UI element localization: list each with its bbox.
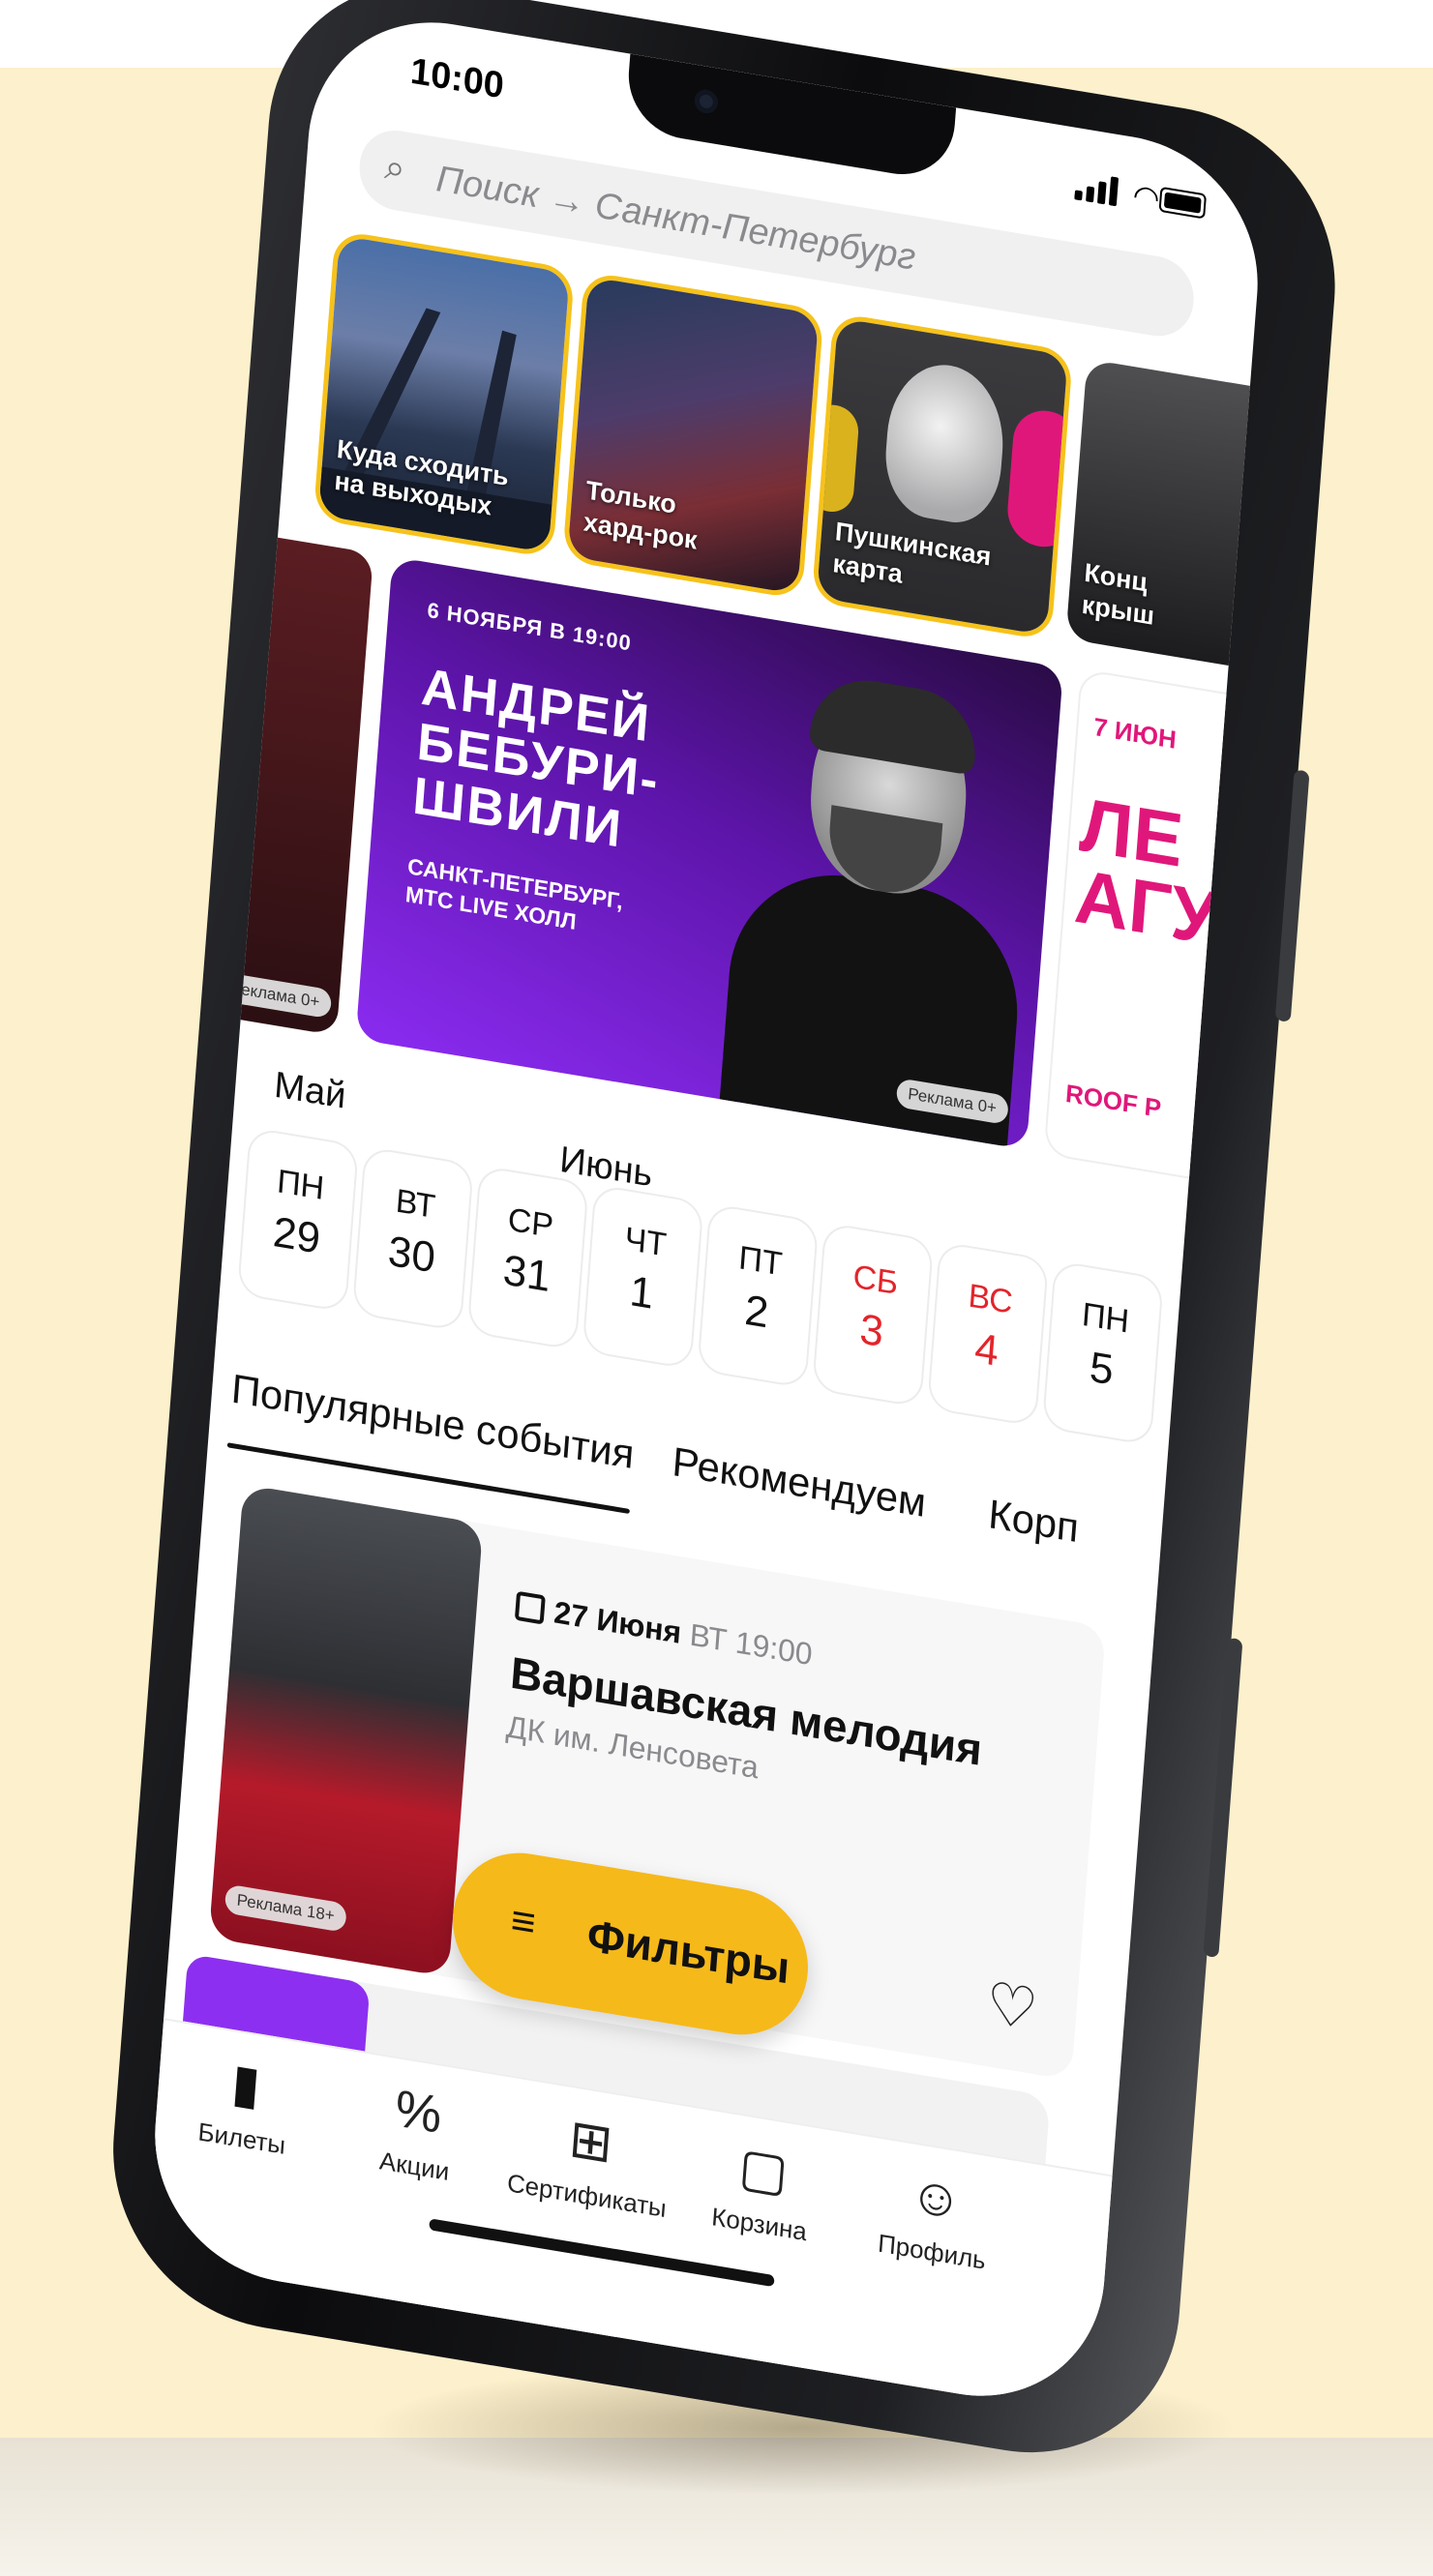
tab-bar-item-promos[interactable]: % Акции — [327, 2068, 507, 2196]
day-date: 5 — [1088, 1343, 1116, 1395]
day-date: 30 — [386, 1227, 437, 1283]
bust-image — [881, 356, 1009, 530]
tab-recommended[interactable]: Рекомендуем — [671, 1438, 927, 1526]
month-label: Май — [272, 1064, 347, 1117]
day-weekday: ЧТ — [623, 1220, 669, 1264]
decor-shape — [1004, 405, 1068, 552]
day-weekday: ВС — [967, 1277, 1015, 1321]
day-cell-weekend[interactable]: ВС 4 — [928, 1243, 1047, 1425]
banner-date: 6 НОЯБРЯ В 19:00 — [426, 597, 633, 656]
story-label: Конц крыш — [1081, 557, 1156, 631]
story-label: Пушкинская карта — [831, 517, 993, 589]
calendar-icon — [514, 1590, 546, 1625]
tab-bar-item-cart[interactable]: ▢ Корзина — [672, 2125, 851, 2254]
day-weekday: СР — [506, 1200, 555, 1246]
banner-venue: ROOF P — [1064, 1078, 1163, 1124]
search-icon: ⌕ — [383, 146, 407, 191]
banner-date: 7 ИЮН — [1092, 711, 1178, 755]
wifi-icon: ◠ — [1131, 177, 1161, 217]
banner-artist: АНДРЕЙ БЕБУРИ- ШВИЛИ — [410, 657, 662, 860]
day-cell[interactable]: ПН 5 — [1043, 1261, 1162, 1444]
artist-photo — [717, 656, 1041, 1150]
banner-title: ЛЕ АГУ — [1071, 781, 1222, 962]
sliders-icon: ≡ — [509, 1896, 538, 1948]
banner-venue: САНКТ-ПЕТЕРБУРГ, МТС LIVE ХОЛЛ — [404, 853, 624, 934]
ad-badge: Реклама 18+ — [224, 1883, 347, 1933]
day-weekday: ПТ — [737, 1239, 784, 1284]
day-weekday: СБ — [851, 1258, 900, 1303]
day-date: 2 — [743, 1286, 771, 1338]
banner-card-main[interactable]: 6 НОЯБРЯ В 19:00 АНДРЕЙ БЕБУРИ- ШВИЛИ СА… — [355, 556, 1064, 1150]
day-cell[interactable]: ЧТ 1 — [583, 1186, 702, 1368]
day-cell-weekend[interactable]: СБ 3 — [814, 1224, 933, 1406]
tab-bar-item-certificates[interactable]: ⊞ Сертификаты — [499, 2096, 679, 2225]
story-card[interactable]: Только хард-рок — [567, 276, 820, 595]
day-cell[interactable]: ВТ 30 — [353, 1147, 472, 1330]
day-date: 3 — [857, 1305, 885, 1357]
filters-label: Фильтры — [585, 1910, 791, 1994]
day-cell[interactable]: ПТ 2 — [699, 1204, 818, 1387]
tab-bar-item-profile[interactable]: ☺ Профиль — [845, 2153, 1025, 2281]
tab-corporate[interactable]: Корп — [987, 1491, 1081, 1552]
day-cell[interactable]: СР 31 — [468, 1167, 587, 1349]
day-cell[interactable]: ПН 29 — [238, 1129, 357, 1311]
event-weekday-time: ВТ 19:00 — [688, 1616, 814, 1673]
phone: 10:00 ◠ ⌕ Поиск → Санкт-Петербург Куда с… — [101, 0, 1348, 2477]
tab-bar-item-tickets[interactable]: ▮ Билеты — [155, 2039, 335, 2168]
story-card[interactable]: Куда сходить на выходых — [317, 235, 570, 553]
day-date: 1 — [628, 1266, 656, 1318]
app-screen: 10:00 ◠ ⌕ Поиск → Санкт-Петербург Куда с… — [145, 2, 1268, 2416]
search-placeholder: Поиск → Санкт-Петербург — [434, 159, 917, 279]
event-image: Реклама 18+ — [208, 1484, 484, 1977]
day-weekday: ПН — [1080, 1295, 1131, 1341]
day-date: 29 — [271, 1207, 322, 1263]
signal-icon — [1074, 176, 1119, 207]
camera-icon — [694, 87, 719, 115]
favorite-heart-icon[interactable]: ♡ — [983, 1969, 1040, 2045]
story-label: Только хард-рок — [582, 475, 699, 555]
day-weekday: ВТ — [394, 1182, 437, 1227]
event-date: 27 Июня — [552, 1594, 683, 1650]
battery-icon — [1158, 186, 1208, 220]
day-weekday: ПН — [275, 1163, 326, 1207]
tab-popular[interactable]: Популярные события — [229, 1365, 636, 1478]
phone-mockup: 10:00 ◠ ⌕ Поиск → Санкт-Петербург Куда с… — [0, 0, 1433, 2576]
status-time: 10:00 — [408, 50, 506, 107]
day-date: 4 — [972, 1323, 1000, 1376]
decor-shape — [816, 400, 860, 516]
story-card[interactable]: Пушкинская карта — [816, 317, 1068, 636]
day-date: 31 — [501, 1246, 552, 1302]
